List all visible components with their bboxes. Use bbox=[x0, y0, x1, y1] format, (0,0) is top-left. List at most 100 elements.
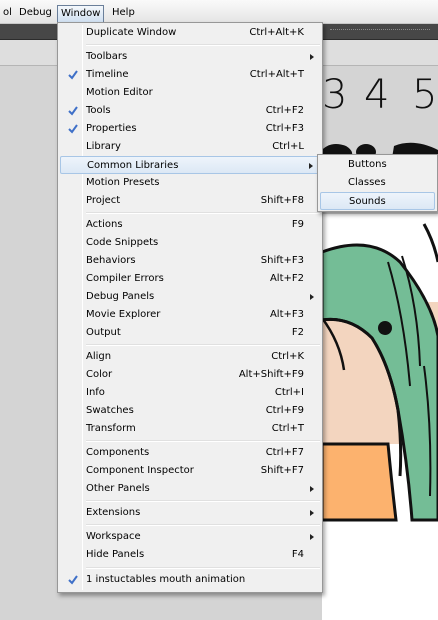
menu-item-shortcut: Ctrl+T bbox=[271, 423, 304, 434]
menu-item-output[interactable]: Output F2 bbox=[60, 324, 320, 342]
menu-separator bbox=[86, 500, 320, 502]
menu-item-code-snippets[interactable]: Code Snippets bbox=[60, 234, 320, 252]
window-menu: Duplicate Window Ctrl+Alt+K Toolbars Timeli… bbox=[57, 22, 323, 593]
menu-item-info[interactable]: Info Ctrl+I bbox=[60, 384, 320, 402]
menu-item-label: Library bbox=[86, 141, 121, 152]
menu-item-label: Movie Explorer bbox=[86, 309, 161, 320]
menu-separator bbox=[86, 44, 320, 46]
menu-item-label: Workspace bbox=[86, 531, 141, 542]
menu-item-label: Hide Panels bbox=[86, 549, 145, 560]
menu-separator bbox=[86, 344, 320, 346]
menu-item-shortcut: Alt+F3 bbox=[269, 309, 304, 320]
menubar-item-help[interactable]: Help bbox=[109, 5, 138, 21]
menu-item-transform[interactable]: Transform Ctrl+T bbox=[60, 420, 320, 438]
menu-item-project[interactable]: Project Shift+F8 bbox=[60, 192, 320, 210]
menu-item-shortcut: Ctrl+F3 bbox=[265, 123, 304, 134]
menu-item-shortcut: Ctrl+L bbox=[272, 141, 304, 152]
checkmark-icon bbox=[68, 575, 78, 585]
menu-item-label: Debug Panels bbox=[86, 291, 155, 302]
submenu-item-label: Classes bbox=[348, 177, 386, 188]
menu-item-movie-explorer[interactable]: Movie Explorer Alt+F3 bbox=[60, 306, 320, 324]
menu-item-label: Toolbars bbox=[86, 51, 128, 62]
menu-item-label: Swatches bbox=[86, 405, 134, 416]
menu-item-1-instuctables-mouth-animation[interactable]: 1 instuctables mouth animation bbox=[60, 571, 320, 589]
menu-item-shortcut: Ctrl+F2 bbox=[265, 105, 304, 116]
checkmark-icon bbox=[68, 70, 78, 80]
menu-item-label: Behaviors bbox=[86, 255, 136, 266]
submenu-item-label: Buttons bbox=[348, 159, 387, 170]
menu-item-shortcut: F9 bbox=[291, 219, 304, 230]
menu-item-tools[interactable]: Tools Ctrl+F2 bbox=[60, 102, 320, 120]
submenu-arrow-icon bbox=[310, 54, 314, 60]
stage-number-3: 3 bbox=[322, 72, 347, 118]
menu-item-label: Info bbox=[86, 387, 105, 398]
menu-item-shortcut: Ctrl+F7 bbox=[265, 447, 304, 458]
menu-item-workspace[interactable]: Workspace bbox=[60, 528, 320, 546]
menu-item-shortcut: Shift+F7 bbox=[260, 465, 304, 476]
menu-item-label: Color bbox=[86, 369, 113, 380]
menu-item-component-inspector[interactable]: Component Inspector Shift+F7 bbox=[60, 462, 320, 480]
menu-item-compiler-errors[interactable]: Compiler Errors Alt+F2 bbox=[60, 270, 320, 288]
menu-item-other-panels[interactable]: Other Panels bbox=[60, 480, 320, 498]
menu-item-shortcut: Ctrl+Alt+T bbox=[249, 69, 304, 80]
menu-item-label: Output bbox=[86, 327, 121, 338]
submenu-arrow-icon bbox=[310, 486, 314, 492]
submenu-arrow-icon bbox=[309, 163, 313, 169]
menu-item-common-libraries[interactable]: Common Libraries bbox=[60, 156, 320, 174]
menu-item-toolbars[interactable]: Toolbars bbox=[60, 48, 320, 66]
menu-item-hide-panels[interactable]: Hide Panels F4 bbox=[60, 546, 320, 564]
menu-item-label: Extensions bbox=[86, 507, 141, 518]
menu-item-extensions[interactable]: Extensions bbox=[60, 504, 320, 522]
menubar-item-window[interactable]: Window bbox=[57, 5, 105, 23]
menu-item-label: Code Snippets bbox=[86, 237, 159, 248]
menu-item-label: Transform bbox=[86, 423, 136, 434]
menu-item-timeline[interactable]: Timeline Ctrl+Alt+T bbox=[60, 66, 320, 84]
menu-item-label: Properties bbox=[86, 123, 137, 134]
submenu-item-label: Sounds bbox=[349, 196, 386, 207]
common-libraries-submenu: Buttons Classes Sounds bbox=[317, 154, 438, 212]
menu-item-label: Timeline bbox=[86, 69, 129, 80]
submenu-arrow-icon bbox=[310, 534, 314, 540]
menu-item-shortcut: Ctrl+K bbox=[271, 351, 304, 362]
menu-item-label: Common Libraries bbox=[87, 160, 179, 171]
menu-item-duplicate-window[interactable]: Duplicate Window Ctrl+Alt+K bbox=[60, 24, 320, 42]
menu-separator bbox=[86, 567, 320, 569]
menu-item-align[interactable]: Align Ctrl+K bbox=[60, 348, 320, 366]
menu-item-shortcut: Alt+Shift+F9 bbox=[238, 369, 304, 380]
menu-item-motion-presets[interactable]: Motion Presets bbox=[60, 174, 320, 192]
menu-item-actions[interactable]: Actions F9 bbox=[60, 216, 320, 234]
submenu-item-classes[interactable]: Classes bbox=[320, 174, 435, 192]
submenu-arrow-icon bbox=[310, 294, 314, 300]
menu-item-debug-panels[interactable]: Debug Panels bbox=[60, 288, 320, 306]
menubar-item-tool[interactable]: ol bbox=[0, 5, 15, 21]
submenu-item-buttons[interactable]: Buttons bbox=[320, 156, 435, 174]
checkmark-icon bbox=[68, 124, 78, 134]
menu-item-shortcut: F4 bbox=[291, 549, 304, 560]
menu-separator bbox=[86, 524, 320, 526]
menu-item-shortcut: Shift+F8 bbox=[260, 195, 304, 206]
menu-item-color[interactable]: Color Alt+Shift+F9 bbox=[60, 366, 320, 384]
menubar: ol Debug Window Help bbox=[0, 0, 438, 24]
menu-item-shortcut: Ctrl+I bbox=[274, 387, 304, 398]
menu-item-label: Actions bbox=[86, 219, 123, 230]
menu-item-shortcut: Ctrl+Alt+K bbox=[249, 27, 304, 38]
submenu-item-sounds[interactable]: Sounds bbox=[320, 192, 435, 210]
menu-separator bbox=[86, 212, 320, 214]
menu-item-label: Tools bbox=[86, 105, 111, 116]
menu-item-motion-editor[interactable]: Motion Editor bbox=[60, 84, 320, 102]
menu-item-properties[interactable]: Properties Ctrl+F3 bbox=[60, 120, 320, 138]
menu-item-shortcut: Ctrl+F9 bbox=[265, 405, 304, 416]
menu-item-label: Other Panels bbox=[86, 483, 150, 494]
submenu-arrow-icon bbox=[310, 510, 314, 516]
stage-number-5: 5 bbox=[412, 72, 437, 118]
menu-item-label: Align bbox=[86, 351, 112, 362]
grip-handle[interactable] bbox=[330, 29, 430, 34]
menu-item-swatches[interactable]: Swatches Ctrl+F9 bbox=[60, 402, 320, 420]
menu-item-components[interactable]: Components Ctrl+F7 bbox=[60, 444, 320, 462]
menu-item-library[interactable]: Library Ctrl+L bbox=[60, 138, 320, 156]
menu-item-label: Compiler Errors bbox=[86, 273, 164, 284]
menubar-item-debug[interactable]: Debug bbox=[16, 5, 55, 21]
menu-item-behaviors[interactable]: Behaviors Shift+F3 bbox=[60, 252, 320, 270]
menu-item-label: Project bbox=[86, 195, 121, 206]
menu-item-label: 1 instuctables mouth animation bbox=[86, 574, 246, 585]
